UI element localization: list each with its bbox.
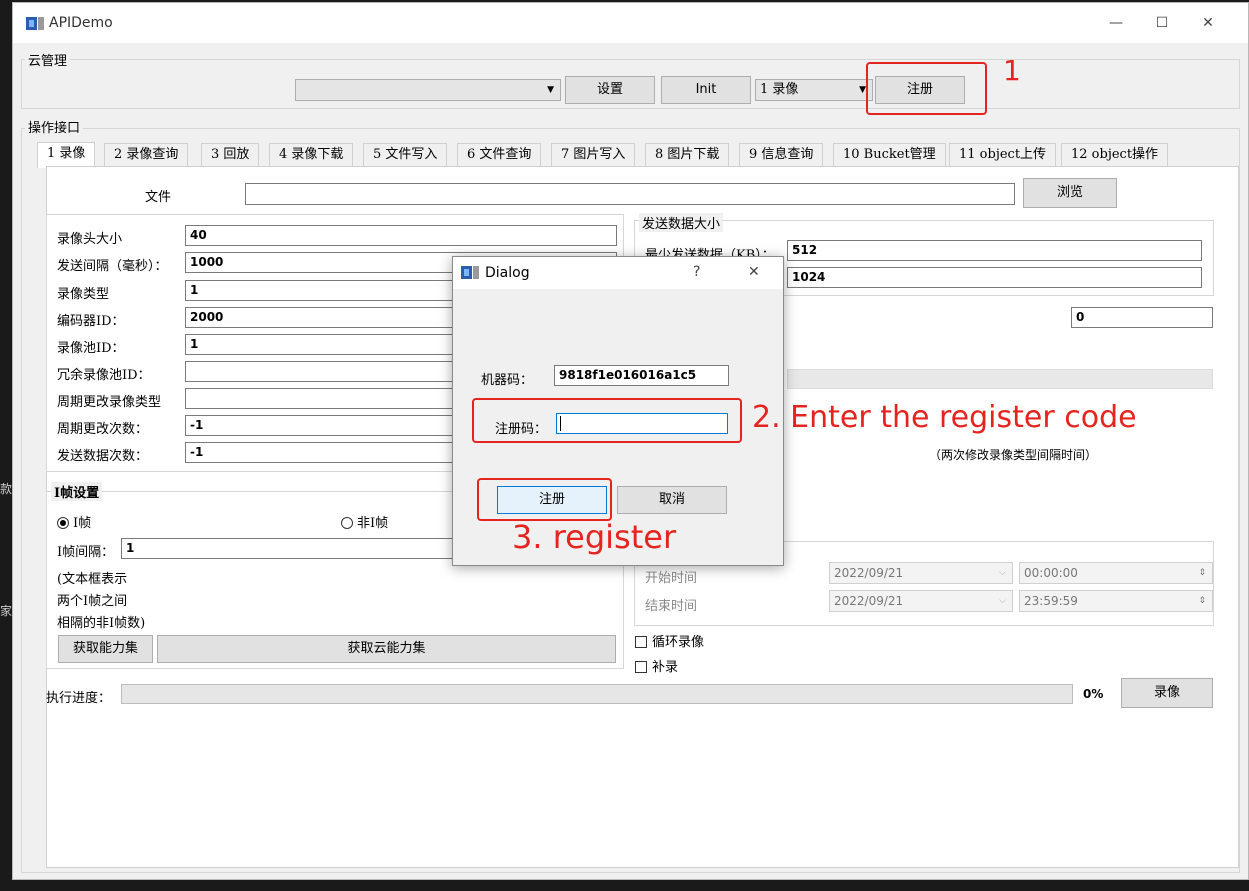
settings-button[interactable]: 设置: [565, 76, 655, 104]
spin-icon: ⇕: [1198, 596, 1206, 606]
iframe-interval-input[interactable]: 1: [121, 538, 466, 559]
file-label: 文件: [145, 190, 172, 205]
tab-object-ops[interactable]: 12 object操作: [1061, 143, 1169, 167]
window-title: APIDemo: [49, 15, 113, 31]
dialog-close-button[interactable]: ✕: [748, 264, 760, 280]
interval-note: （两次修改录像类型间隔时间）: [929, 448, 1098, 462]
background-text: 款: [0, 482, 13, 496]
cloud-group-title: 云管理: [25, 50, 71, 69]
checkbox-icon: [635, 661, 647, 673]
highlight-box-register-button: [477, 478, 612, 521]
record-type-label: 录像类型: [57, 287, 110, 302]
chevron-down-icon: ⌵: [999, 568, 1006, 578]
tab-playback[interactable]: 3 回放: [201, 143, 260, 167]
send-size-title: 发送数据大小: [639, 213, 724, 232]
init-button[interactable]: Init: [661, 76, 751, 104]
iframe-note-2: 两个I帧之间: [57, 594, 128, 609]
machine-code-field[interactable]: 9818f1e016016a1c5: [554, 365, 729, 386]
max-send-input[interactable]: 1024: [787, 267, 1202, 288]
start-time-label: 开始时间: [645, 571, 698, 586]
tab-record-download[interactable]: 4 录像下载: [269, 143, 354, 167]
extra-value-input[interactable]: 0: [1071, 307, 1213, 328]
send-interval-label: 发送间隔（毫秒）：: [57, 259, 168, 274]
get-cloud-capability-button[interactable]: 获取云能力集: [157, 635, 616, 663]
get-capability-button[interactable]: 获取能力集: [58, 635, 153, 663]
header-size-input[interactable]: 40: [185, 225, 617, 246]
disabled-field: [787, 369, 1213, 389]
iframe-radio[interactable]: I帧: [57, 512, 91, 531]
tab-record-query[interactable]: 2 录像查询: [104, 143, 189, 167]
encoder-id-label: 编码器ID：: [57, 314, 125, 329]
highlight-box-register-code: [472, 398, 742, 443]
machine-code-label: 机器码：: [481, 373, 534, 388]
radio-icon: [341, 517, 353, 529]
period-change-count-label: 周期更改次数：: [57, 422, 149, 437]
end-time-label: 结束时间: [645, 599, 698, 614]
progress-label: 执行进度：: [46, 691, 112, 706]
dialog-title-bar: Dialog ? ✕: [453, 257, 783, 289]
tab-info-query[interactable]: 9 信息查询: [739, 143, 824, 167]
pool-id-label: 录像池ID：: [57, 341, 125, 356]
highlight-box-register: [866, 62, 987, 115]
iframe-note-3: 相隔的非I帧数): [57, 616, 146, 631]
loop-record-checkbox[interactable]: 循环录像: [635, 631, 704, 650]
record-button[interactable]: 录像: [1121, 678, 1213, 708]
spin-icon: ⇕: [1198, 568, 1206, 578]
iframe-note-1: (文本框表示: [57, 572, 128, 587]
record-type-select[interactable]: 1 录像 ▼: [755, 79, 873, 101]
chevron-down-icon: ▼: [859, 85, 866, 95]
background-text: 家: [0, 604, 13, 618]
non-iframe-radio[interactable]: 非I帧: [341, 512, 388, 531]
iframe-group-title: I帧设置: [51, 482, 103, 501]
start-time-spinner[interactable]: 00:00:00 ⇕: [1019, 562, 1213, 584]
end-date-picker[interactable]: 2022/09/21 ⌵: [829, 590, 1013, 612]
cloud-select[interactable]: ▼: [295, 79, 561, 101]
progress-percent: 0%: [1083, 687, 1104, 701]
header-size-label: 录像头大小: [57, 232, 123, 247]
chevron-down-icon: ⌵: [999, 596, 1006, 606]
supplement-checkbox[interactable]: 补录: [635, 656, 678, 675]
tab-record[interactable]: 1 录像: [37, 142, 96, 168]
tab-file-query[interactable]: 6 文件查询: [457, 143, 542, 167]
tab-object-upload[interactable]: 11 object上传: [949, 143, 1057, 167]
send-count-label: 发送数据次数：: [57, 449, 149, 464]
end-time-spinner[interactable]: 23:59:59 ⇕: [1019, 590, 1213, 612]
tab-bucket[interactable]: 10 Bucket管理: [833, 143, 946, 167]
help-button[interactable]: ?: [693, 264, 700, 280]
checkbox-icon: [635, 636, 647, 648]
period-change-type-label: 周期更改录像类型: [57, 395, 162, 410]
minimize-button[interactable]: —: [1093, 11, 1139, 35]
tab-image-download[interactable]: 8 图片下载: [645, 143, 730, 167]
annotation-step-2: 2. Enter the register code: [752, 400, 1137, 435]
file-input[interactable]: [245, 183, 1015, 205]
annotation-step-3: 3. register: [512, 518, 677, 556]
radio-selected-icon: [57, 517, 69, 529]
chevron-down-icon: ▼: [547, 85, 554, 95]
start-date-picker[interactable]: 2022/09/21 ⌵: [829, 562, 1013, 584]
progress-bar: [121, 684, 1073, 704]
maximize-button[interactable]: ☐: [1139, 11, 1185, 35]
title-bar: APIDemo — ☐ ✕: [13, 3, 1248, 43]
annotation-step-1: 1: [1003, 54, 1021, 87]
app-icon: [461, 266, 479, 279]
ops-group-title: 操作接口: [25, 117, 84, 136]
app-icon: [26, 17, 44, 30]
dialog-cancel-button[interactable]: 取消: [617, 486, 727, 514]
redundant-pool-label: 冗余录像池ID：: [57, 368, 151, 383]
tab-file-write[interactable]: 5 文件写入: [363, 143, 448, 167]
browse-button[interactable]: 浏览: [1023, 178, 1117, 208]
close-button[interactable]: ✕: [1185, 11, 1231, 35]
iframe-interval-label: I帧间隔：: [57, 545, 115, 560]
min-send-input[interactable]: 512: [787, 240, 1202, 261]
tab-image-write[interactable]: 7 图片写入: [551, 143, 636, 167]
dialog-title: Dialog: [485, 265, 530, 281]
